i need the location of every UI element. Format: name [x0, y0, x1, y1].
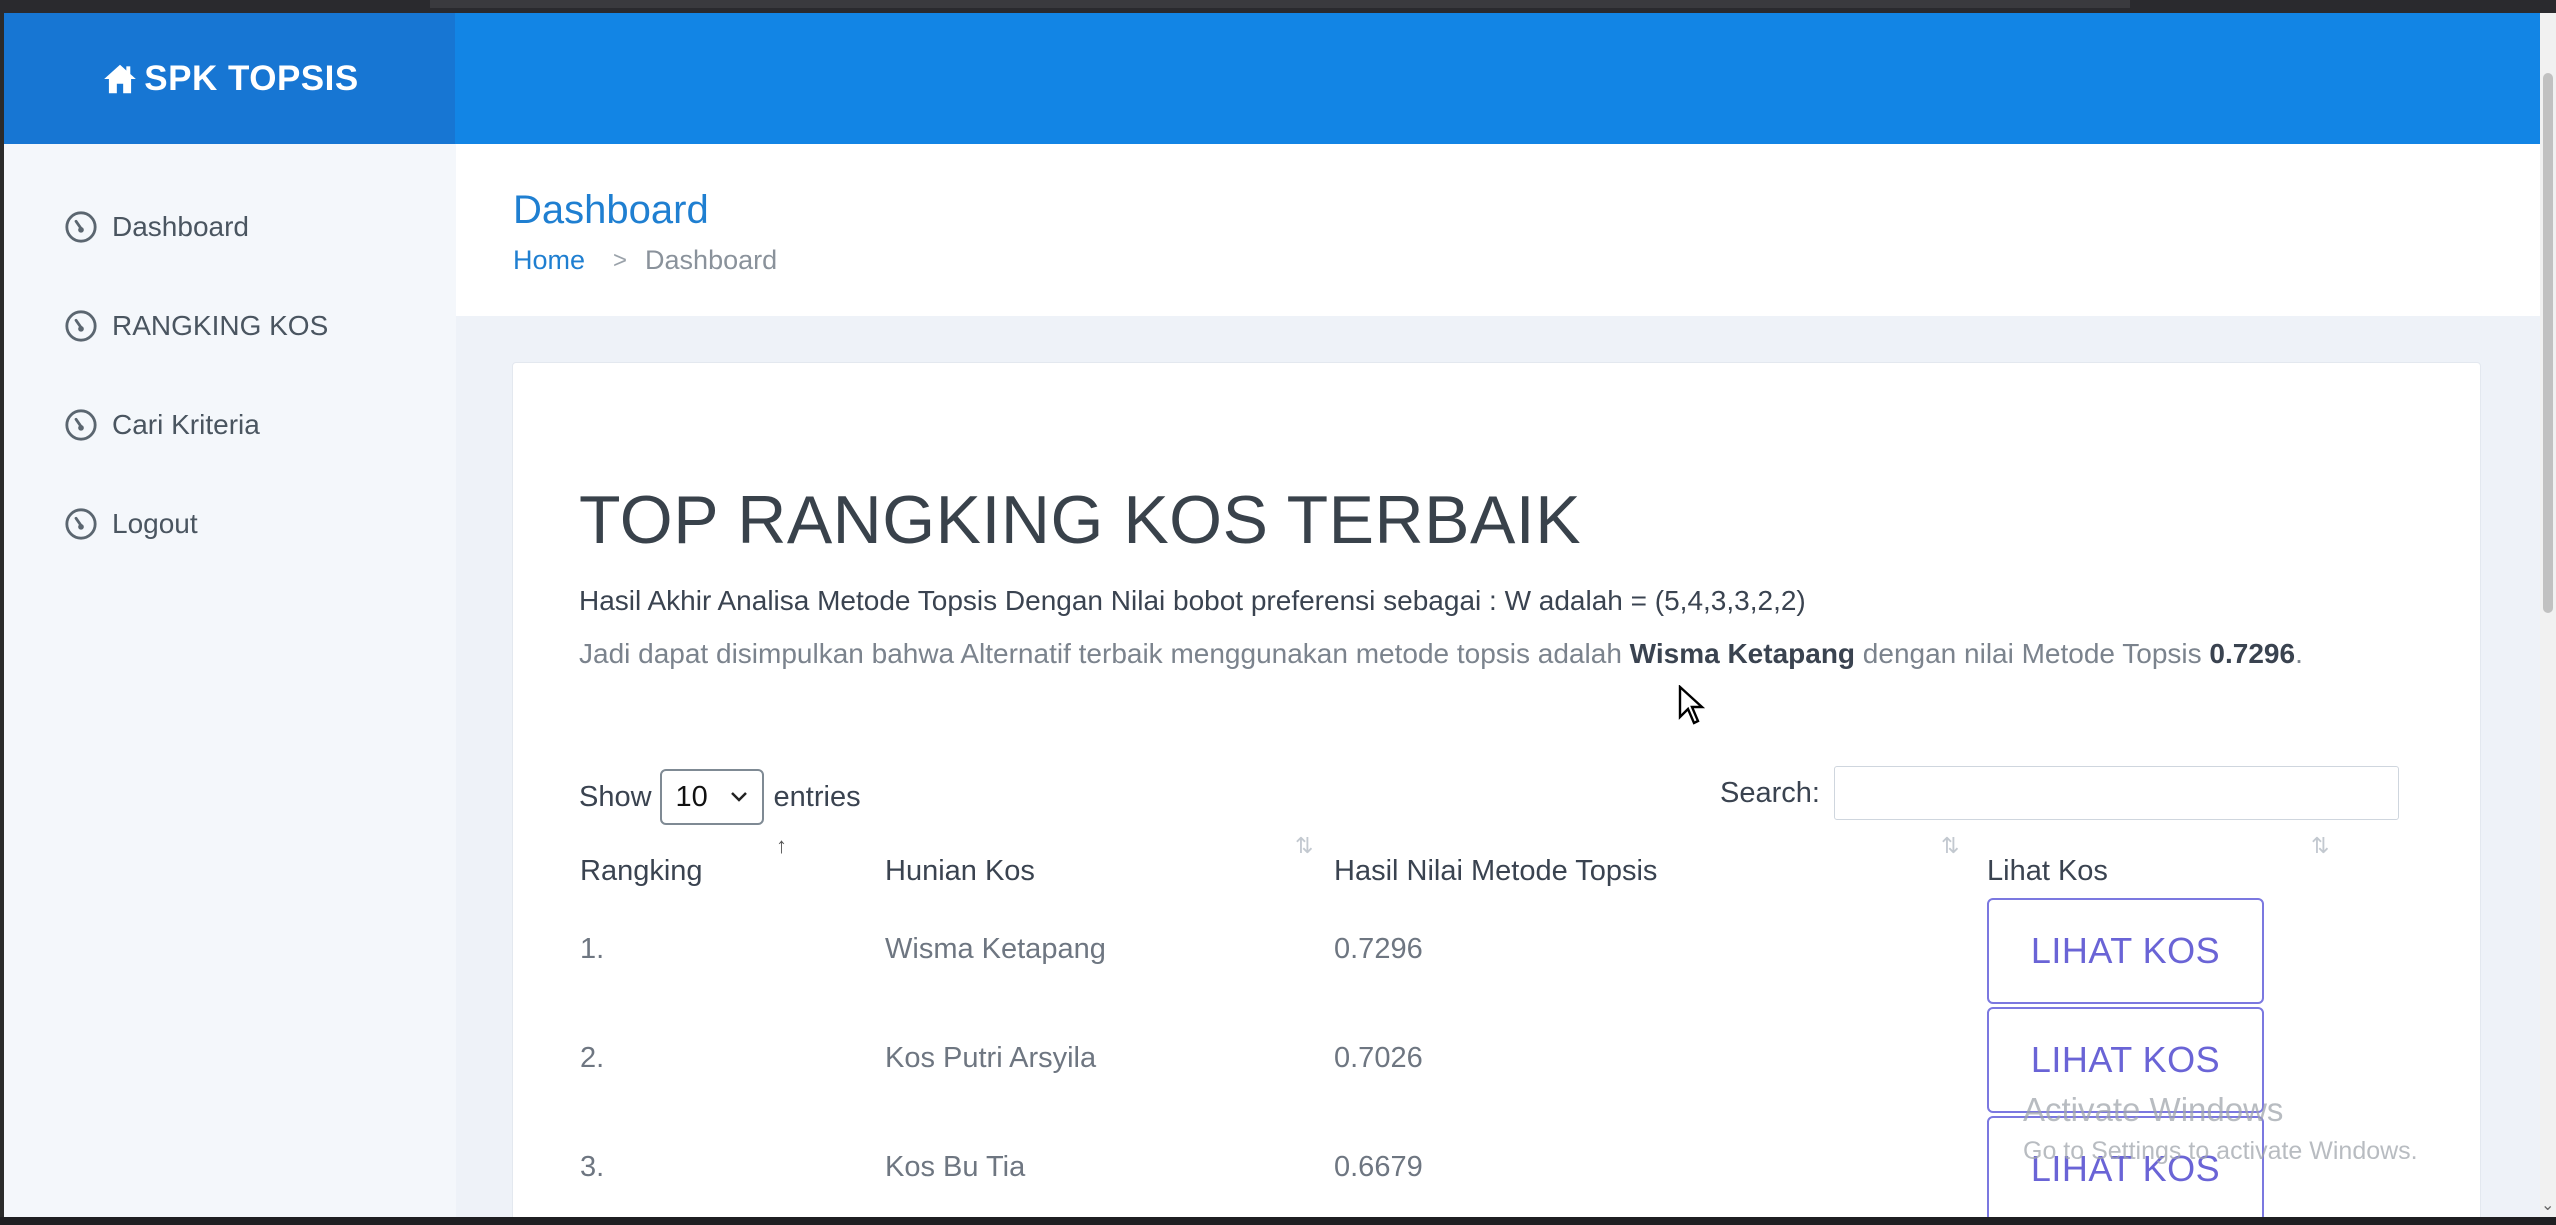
summary-weights: Hasil Akhir Analisa Metode Topsis Dengan…	[579, 585, 1806, 616]
column-header-hunian-kos[interactable]: Hunian Kos	[885, 855, 1035, 888]
table-cell-name: Wisma Ketapang	[885, 933, 1106, 965]
search-control: Search:	[1720, 765, 2399, 821]
summary-suffix: .	[2295, 638, 2303, 669]
search-label: Search:	[1720, 776, 1820, 809]
sort-icon[interactable]: ⇅	[1295, 833, 1313, 859]
summary-best-alternative: Wisma Ketapang	[1629, 638, 1856, 669]
ranking-card: TOP RANGKING KOS TERBAIK Hasil Akhir Ana…	[512, 362, 2481, 1217]
sidebar-item-cari-kriteria[interactable]: Cari Kriteria	[64, 405, 260, 445]
gauge-icon	[65, 310, 97, 342]
entries-select-value: 10	[675, 780, 708, 813]
mouse-cursor-icon	[1678, 685, 1706, 725]
activate-windows-title: Activate Windows	[2023, 1091, 2284, 1128]
entries-control: Show 10 entries	[579, 769, 861, 825]
search-input[interactable]	[1833, 766, 2399, 820]
sort-icon[interactable]: ⇅	[2311, 833, 2329, 859]
gauge-icon	[65, 508, 97, 540]
page-header: Dashboard Home > Dashboard	[456, 144, 2540, 316]
scroll-down-icon[interactable]: ⌄	[2541, 1195, 2554, 1215]
bottom-edge	[0, 1217, 2556, 1225]
page-title: Dashboard	[513, 188, 709, 232]
sidebar: Dashboard RANGKING KOS Cari Kriteria Log…	[4, 144, 456, 1217]
table-cell-rank: 1.	[580, 933, 605, 965]
entries-label: entries	[773, 780, 861, 813]
lihat-kos-button[interactable]: LIHAT KOS	[1987, 898, 2264, 1004]
table-cell-score: 0.7296	[1334, 933, 1423, 965]
summary-conclusion: Jadi dapat disimpulkan bahwa Alternatif …	[579, 631, 2419, 677]
browser-tab-strip	[430, 0, 2130, 8]
activate-windows-subtitle: Go to Settings to activate Windows.	[2023, 1137, 2418, 1165]
summary-mid: dengan nilai Metode Topsis	[1855, 638, 2210, 669]
vertical-scrollbar[interactable]: ⌄	[2540, 13, 2556, 1217]
table-cell-name: Kos Putri Arsyila	[885, 1042, 1097, 1074]
sidebar-item-label: RANGKING KOS	[112, 310, 329, 341]
table-cell-score: 0.7026	[1334, 1042, 1423, 1074]
breadcrumb-separator-icon: >	[613, 246, 628, 274]
app-window: SPK TOPSIS Dashboard RANGKING KOS Cari K…	[4, 13, 2540, 1217]
column-header-rangking[interactable]: Rangking	[580, 855, 703, 888]
summary-prefix: Jadi dapat disimpulkan bahwa Alternatif …	[579, 638, 1630, 669]
breadcrumb: Home > Dashboard	[513, 245, 777, 276]
chevron-down-icon	[730, 792, 747, 802]
top-navbar: SPK TOPSIS	[4, 13, 2540, 144]
brand-title: SPK TOPSIS	[144, 58, 359, 98]
sidebar-item-label: Dashboard	[112, 211, 249, 242]
breadcrumb-current: Dashboard	[645, 245, 778, 275]
window-top-strip	[0, 0, 2556, 13]
sidebar-item-dashboard[interactable]: Dashboard	[64, 207, 249, 247]
entries-select[interactable]: 10	[659, 769, 764, 825]
lihat-kos-button[interactable]: LIHAT KOS	[1987, 1116, 2264, 1217]
show-label: Show	[579, 780, 652, 813]
brand-logo[interactable]: SPK TOPSIS	[4, 13, 455, 144]
column-header-hasil-nilai[interactable]: Hasil Nilai Metode Topsis	[1334, 855, 1657, 888]
home-icon	[104, 64, 137, 93]
table-cell-rank: 3.	[580, 1151, 605, 1183]
sort-asc-icon[interactable]: ↑	[776, 833, 787, 859]
summary-best-value: 0.7296	[2209, 638, 2296, 669]
card-title: TOP RANGKING KOS TERBAIK	[579, 482, 1582, 558]
column-header-lihat-kos[interactable]: Lihat Kos	[1987, 855, 2108, 888]
table-cell-rank: 2.	[580, 1042, 605, 1074]
sidebar-item-logout[interactable]: Logout	[64, 504, 198, 544]
gauge-icon	[65, 409, 97, 441]
table-cell-score: 0.6679	[1334, 1151, 1423, 1183]
scrollbar-thumb[interactable]	[2543, 73, 2553, 613]
table-cell-name: Kos Bu Tia	[885, 1151, 1026, 1183]
sidebar-item-label: Cari Kriteria	[112, 409, 260, 440]
sidebar-item-label: Logout	[112, 508, 198, 539]
sidebar-item-rangking-kos[interactable]: RANGKING KOS	[64, 306, 328, 346]
breadcrumb-home-link[interactable]: Home	[513, 245, 585, 276]
gauge-icon	[65, 211, 97, 243]
sort-icon[interactable]: ⇅	[1941, 833, 1959, 859]
main-content: Dashboard Home > Dashboard TOP RANGKING …	[456, 144, 2540, 1217]
